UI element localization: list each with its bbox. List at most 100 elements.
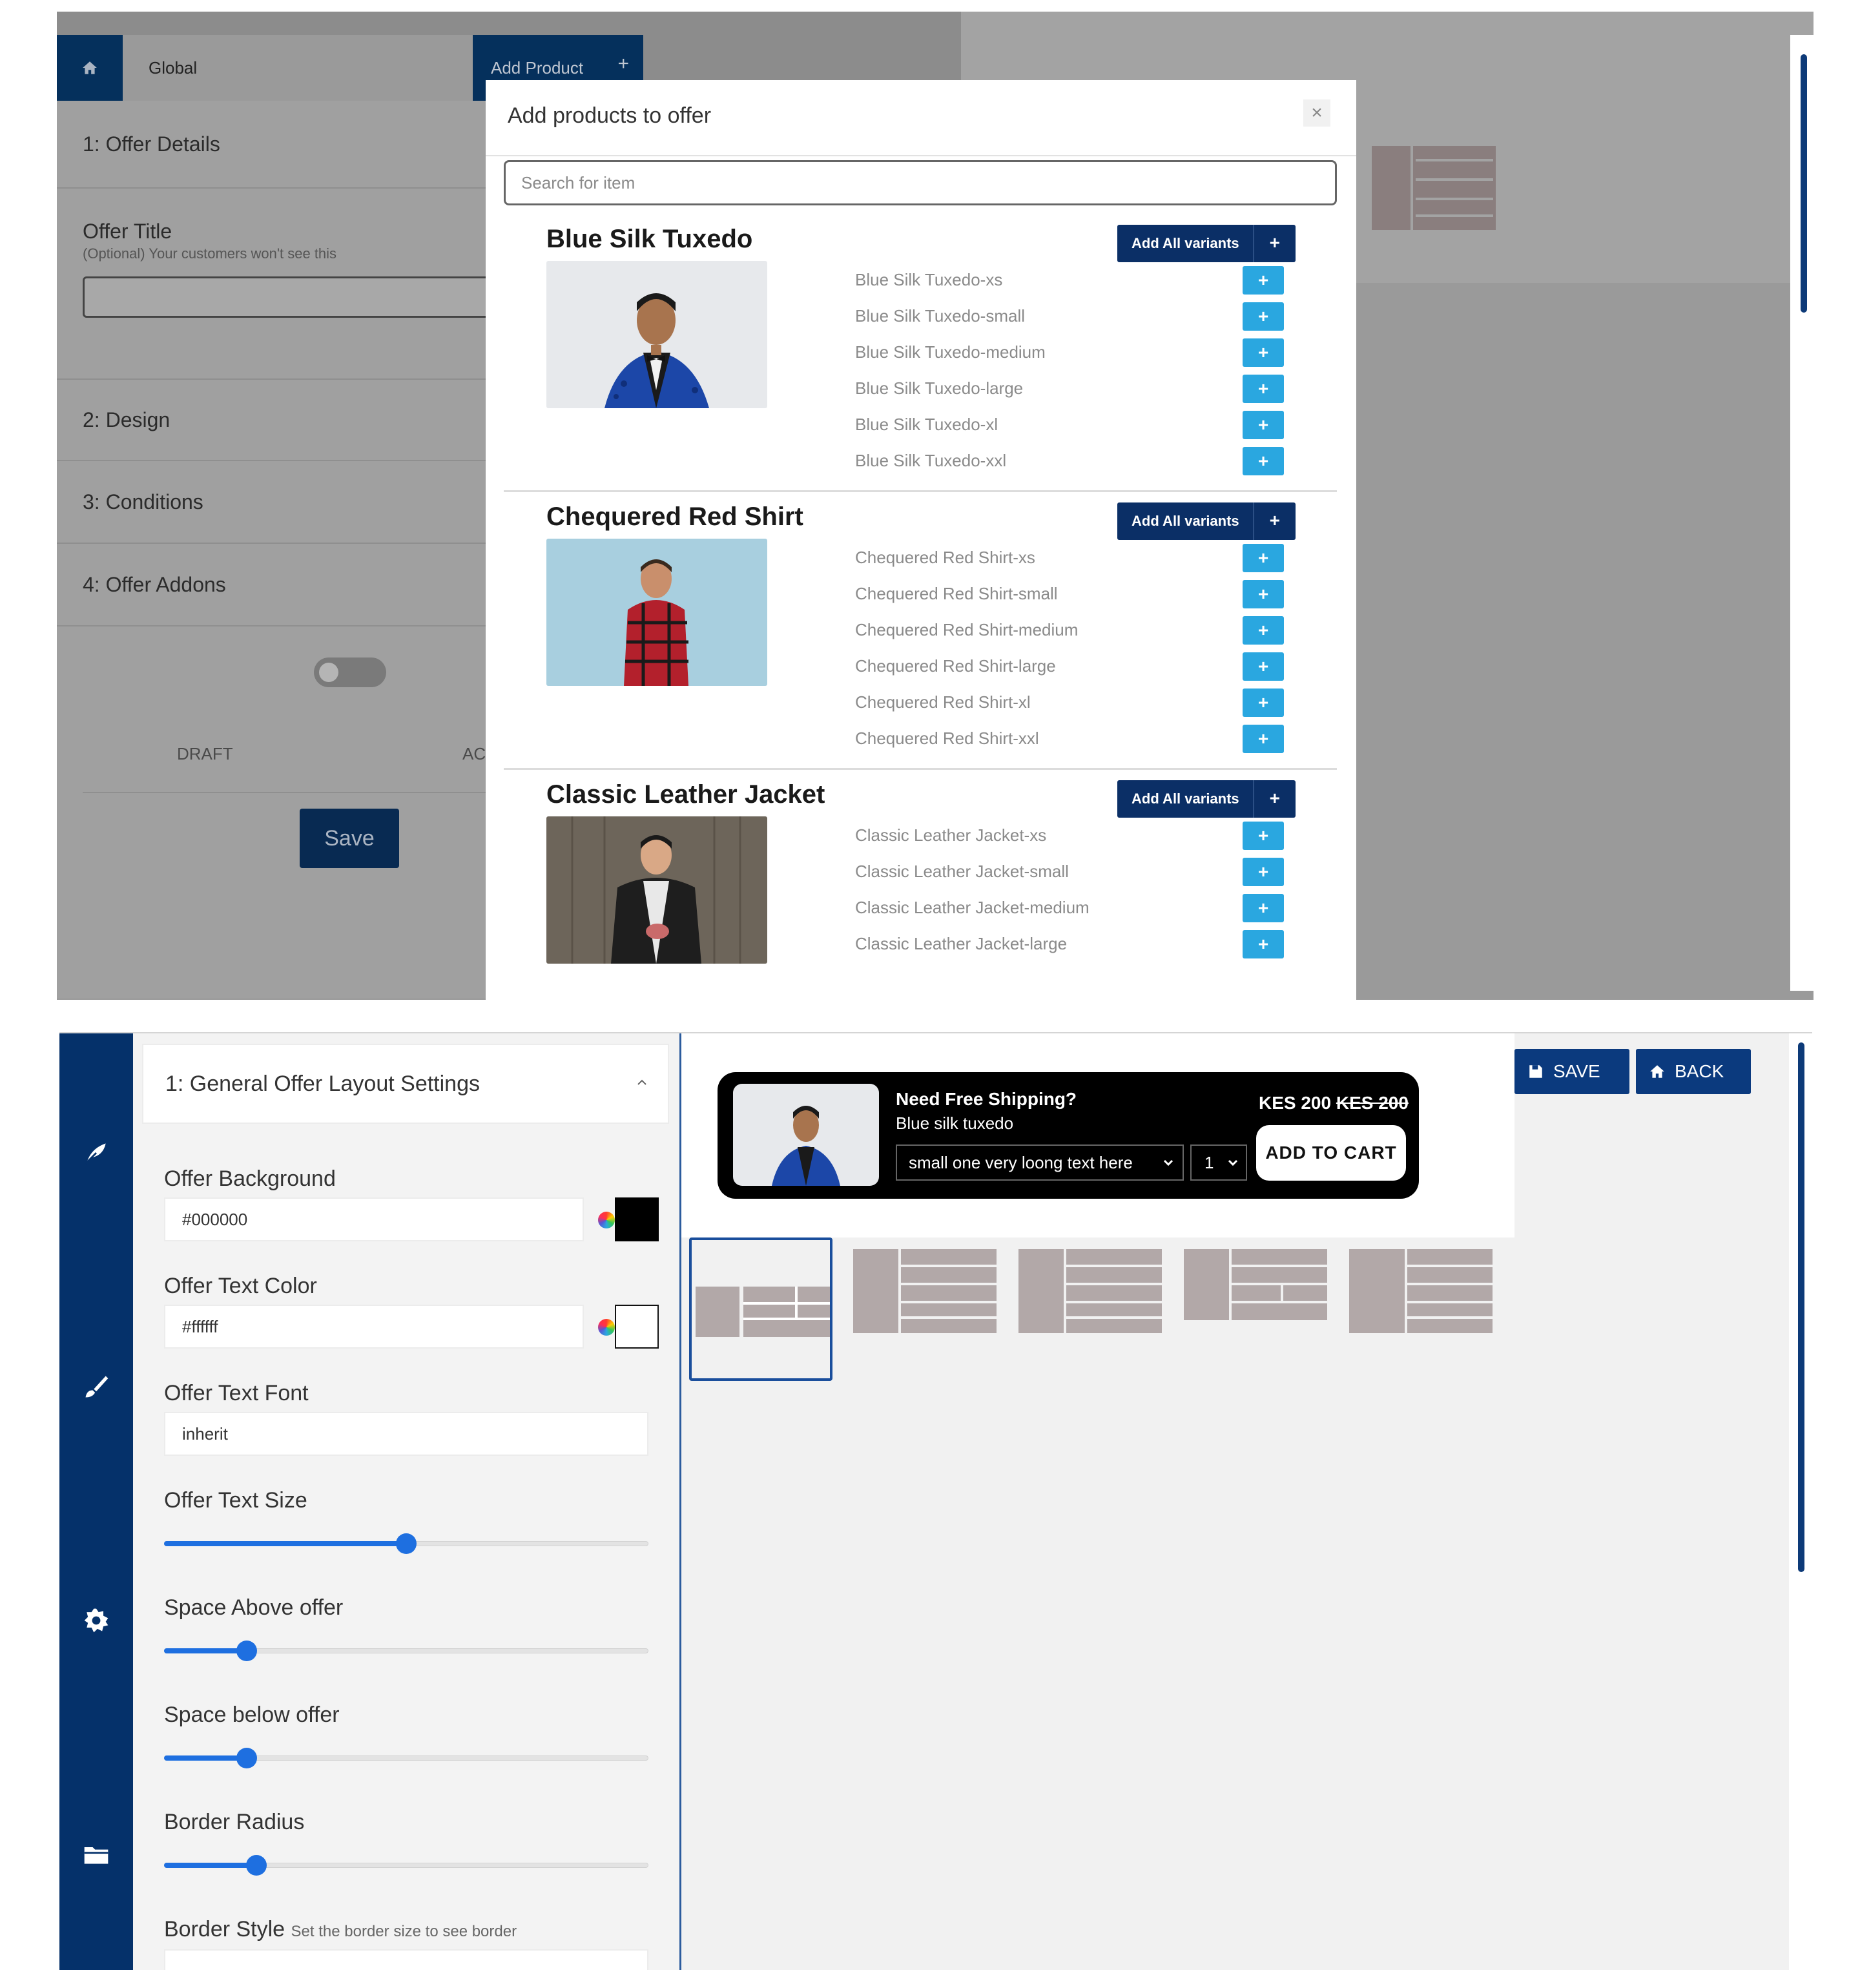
add-all-label: Add All variants bbox=[1132, 235, 1239, 251]
space-below-slider[interactable] bbox=[164, 1745, 648, 1771]
folder-icon[interactable] bbox=[78, 1836, 115, 1873]
slider-handle[interactable] bbox=[396, 1533, 417, 1554]
add-all-variants-button[interactable]: Add All variants + bbox=[1117, 225, 1296, 262]
variant-label: Blue Silk Tuxedo-small bbox=[855, 306, 1025, 326]
variant-row: Chequered Red Shirt-medium + bbox=[855, 611, 1284, 647]
add-variant-button[interactable]: + bbox=[1243, 544, 1284, 572]
color-picker-icon[interactable] bbox=[598, 1212, 615, 1228]
save-label: SAVE bbox=[1553, 1061, 1600, 1081]
add-variant-button[interactable]: + bbox=[1243, 930, 1284, 958]
add-variant-button[interactable]: + bbox=[1243, 580, 1284, 608]
variant-row: Classic Leather Jacket-xs + bbox=[855, 816, 1284, 853]
plus-icon: + bbox=[1269, 510, 1280, 530]
status-toggle[interactable] bbox=[314, 657, 386, 687]
variant-row: Blue Silk Tuxedo-large + bbox=[855, 369, 1284, 406]
variant-label: Chequered Red Shirt-medium bbox=[855, 620, 1079, 639]
save-button[interactable]: SAVE bbox=[1514, 1049, 1629, 1094]
layout-option-2[interactable] bbox=[853, 1249, 997, 1365]
product-image bbox=[546, 539, 767, 686]
offer-text-size-slider[interactable] bbox=[164, 1531, 648, 1557]
add-variant-button[interactable]: + bbox=[1243, 302, 1284, 331]
slider-handle[interactable] bbox=[236, 1641, 257, 1661]
home-button[interactable] bbox=[57, 35, 123, 101]
variant-row: Classic Leather Jacket-medium + bbox=[855, 889, 1284, 925]
space-above-slider[interactable] bbox=[164, 1638, 648, 1664]
chevron-up-icon bbox=[637, 1079, 646, 1085]
slider-handle[interactable] bbox=[245, 1855, 267, 1876]
variant-row: Blue Silk Tuxedo-small + bbox=[855, 297, 1284, 333]
input-value: #000000 bbox=[182, 1209, 248, 1229]
border-radius-slider[interactable] bbox=[164, 1852, 648, 1878]
offer-text-font-input[interactable]: inherit bbox=[164, 1412, 648, 1456]
brush-icon[interactable] bbox=[78, 1368, 115, 1405]
add-variant-button[interactable]: + bbox=[1243, 411, 1284, 439]
add-all-variants-button[interactable]: Add All variants + bbox=[1117, 780, 1296, 818]
scrollbar[interactable] bbox=[1790, 35, 1814, 991]
variant-label: Classic Leather Jacket-large bbox=[855, 934, 1068, 953]
add-variant-button[interactable]: + bbox=[1243, 689, 1284, 717]
search-input[interactable]: Search for item bbox=[504, 160, 1337, 205]
add-variant-button[interactable]: + bbox=[1243, 616, 1284, 645]
product-image bbox=[546, 261, 767, 408]
offer-text-color-input[interactable]: #ffffff bbox=[164, 1305, 584, 1349]
quantity-select[interactable]: 1 bbox=[1190, 1144, 1247, 1181]
variant-select[interactable]: small one very loong text here bbox=[896, 1144, 1184, 1181]
layout-option-3[interactable] bbox=[1018, 1249, 1162, 1365]
save-button[interactable]: Save bbox=[300, 809, 399, 868]
variant-label: Chequered Red Shirt-xl bbox=[855, 692, 1031, 712]
slider-handle[interactable] bbox=[236, 1748, 257, 1768]
add-variant-button[interactable]: + bbox=[1243, 858, 1284, 886]
variant-row: Chequered Red Shirt-small + bbox=[855, 575, 1284, 611]
product-name: Chequered Red Shirt bbox=[546, 502, 803, 531]
add-variant-button[interactable]: + bbox=[1243, 894, 1284, 922]
close-button[interactable]: × bbox=[1303, 99, 1330, 127]
add-to-cart-button[interactable]: ADD TO CART bbox=[1256, 1125, 1406, 1181]
section-label: 3: Conditions bbox=[83, 490, 203, 513]
add-variant-button[interactable]: + bbox=[1243, 447, 1284, 475]
scrollbar-thumb[interactable] bbox=[1798, 1042, 1804, 1572]
home-icon bbox=[1650, 1065, 1664, 1078]
border-radius-label: Border Radius bbox=[164, 1810, 305, 1834]
border-style-select[interactable] bbox=[164, 1949, 648, 1970]
color-swatch-black[interactable] bbox=[615, 1197, 659, 1241]
variant-row: Chequered Red Shirt-xs + bbox=[855, 539, 1284, 575]
add-variant-button[interactable]: + bbox=[1243, 822, 1284, 850]
offer-title: Need Free Shipping? bbox=[896, 1089, 1077, 1109]
variant-label: Classic Leather Jacket-small bbox=[855, 862, 1069, 881]
offer-background-input[interactable]: #000000 bbox=[164, 1197, 584, 1241]
add-variant-button[interactable]: + bbox=[1243, 652, 1284, 681]
variant-row: Chequered Red Shirt-large + bbox=[855, 647, 1284, 683]
layout-option-4[interactable] bbox=[1184, 1249, 1327, 1365]
section-label: 2: Design bbox=[83, 408, 170, 431]
price: KES 200 bbox=[1259, 1093, 1332, 1113]
add-variant-button[interactable]: + bbox=[1243, 725, 1284, 753]
scope-select[interactable]: Global bbox=[123, 35, 531, 101]
color-swatch-white[interactable] bbox=[615, 1305, 659, 1349]
variant-label: Chequered Red Shirt-small bbox=[855, 584, 1058, 603]
offer-title-label: Offer Title bbox=[83, 220, 172, 243]
gear-icon[interactable] bbox=[78, 1602, 115, 1639]
scrollbar[interactable] bbox=[1789, 1033, 1812, 1970]
add-all-variants-button[interactable]: Add All variants + bbox=[1117, 502, 1296, 540]
add-variant-button[interactable]: + bbox=[1243, 266, 1284, 295]
modal-divider bbox=[486, 155, 1356, 156]
preview-area: Need Free Shipping? Blue silk tuxedo sma… bbox=[681, 1033, 1812, 1970]
add-products-modal: Add products to offer × Search for item … bbox=[486, 80, 1356, 1000]
variant-label: Chequered Red Shirt-large bbox=[855, 656, 1056, 676]
layout-option-1[interactable] bbox=[689, 1237, 832, 1381]
section-general-layout-header[interactable]: 1: General Offer Layout Settings bbox=[142, 1044, 669, 1124]
draft-label: DRAFT bbox=[177, 744, 233, 763]
layout-option-5[interactable] bbox=[1349, 1249, 1493, 1365]
color-picker-icon[interactable] bbox=[598, 1319, 615, 1336]
chevron-down-icon bbox=[1228, 1159, 1238, 1166]
preview-canvas: Need Free Shipping? Blue silk tuxedo sma… bbox=[681, 1033, 1514, 1237]
space-above-label: Space Above offer bbox=[164, 1595, 344, 1620]
scrollbar-thumb[interactable] bbox=[1801, 54, 1807, 313]
feather-icon[interactable] bbox=[78, 1134, 115, 1172]
add-variant-button[interactable]: + bbox=[1243, 338, 1284, 367]
add-variant-button[interactable]: + bbox=[1243, 375, 1284, 403]
offer-title-hint: (Optional) Your customers won't see this bbox=[83, 245, 337, 262]
design-editor-screen: 1: General Offer Layout Settings Offer B… bbox=[59, 1032, 1812, 1970]
back-button[interactable]: BACK bbox=[1636, 1049, 1751, 1094]
offer-preview-card: Need Free Shipping? Blue silk tuxedo sma… bbox=[718, 1072, 1419, 1199]
